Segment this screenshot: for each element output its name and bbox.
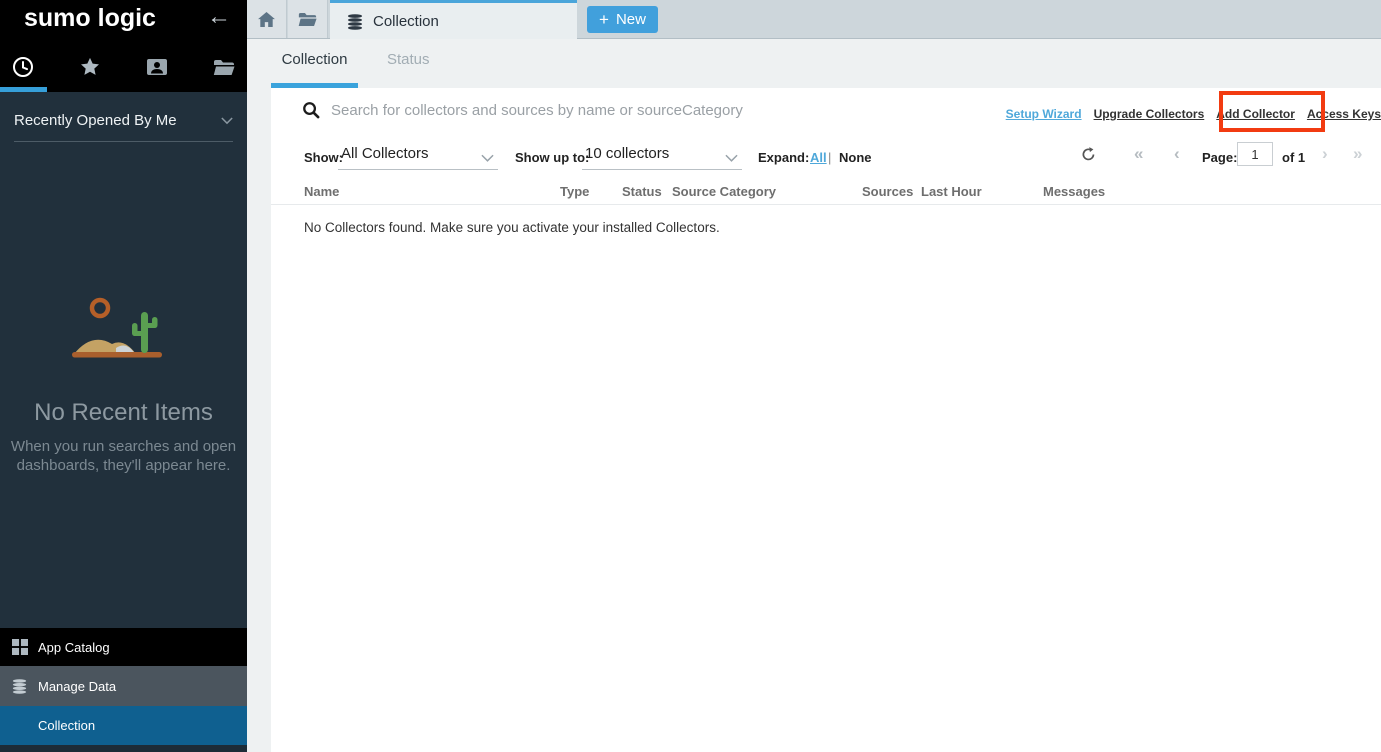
add-collector-link[interactable]: Add Collector <box>1216 107 1295 121</box>
column-header-messages[interactable]: Messages <box>1043 184 1105 199</box>
main-area: Collection + New Collection Status Setup… <box>247 0 1381 752</box>
recently-opened-selector[interactable]: Recently Opened By Me <box>14 92 233 142</box>
new-button[interactable]: + New <box>587 6 658 33</box>
tab-strip: Collection + New <box>247 0 1381 39</box>
upgrade-collectors-link[interactable]: Upgrade Collectors <box>1094 107 1205 121</box>
app-catalog-label: App Catalog <box>38 640 110 655</box>
action-links: Setup Wizard Upgrade Collectors Add Coll… <box>1006 107 1381 121</box>
sidebar-bottom-strip <box>0 745 247 752</box>
access-keys-link[interactable]: Access Keys <box>1307 107 1381 121</box>
home-tab-button[interactable] <box>247 0 287 38</box>
search-input[interactable] <box>331 96 931 124</box>
folders-icon[interactable] <box>212 59 236 76</box>
sidebar-item-manage-data[interactable]: Manage Data <box>0 666 247 706</box>
sumo-logic-logo: sumo logic <box>24 4 156 33</box>
tab-collection[interactable]: Collection <box>330 0 577 40</box>
pagination-first-button[interactable]: « <box>1134 142 1143 166</box>
pagination-prev-button[interactable]: ‹ <box>1174 142 1180 166</box>
sidebar: sumo logic ← Recently Opened By Me <box>0 0 247 752</box>
page-number-input[interactable] <box>1237 142 1273 166</box>
library-tab-button[interactable] <box>288 0 328 38</box>
app-grid-icon <box>12 639 29 655</box>
no-recent-items-description: When you run searches and open dashboard… <box>10 437 238 475</box>
expand-none-link[interactable]: None <box>839 150 872 165</box>
column-header-last-hour[interactable]: Last Hour <box>921 184 982 199</box>
show-filter-dropdown[interactable]: All Collectors <box>338 143 498 170</box>
plus-icon: + <box>599 10 609 30</box>
sub-tab-bar: Collection Status <box>247 39 1381 88</box>
table-header-row: Name Type Status Source Category Sources… <box>271 180 1381 205</box>
column-header-name[interactable]: Name <box>304 184 339 199</box>
chevron-down-icon <box>481 150 494 167</box>
subtab-status[interactable]: Status <box>387 51 430 68</box>
expand-separator: | <box>828 150 831 165</box>
recently-opened-label: Recently Opened By Me <box>14 112 177 129</box>
collapse-sidebar-icon[interactable]: ← <box>207 3 231 31</box>
show-up-to-value: 10 collectors <box>585 145 669 162</box>
desert-cactus-illustration <box>64 290 184 370</box>
show-filter-value: All Collectors <box>341 145 429 162</box>
show-up-to-label: Show up to: <box>515 150 589 165</box>
sidebar-item-app-catalog[interactable]: App Catalog <box>0 628 247 666</box>
refresh-icon[interactable] <box>1081 146 1096 167</box>
app-window: sumo logic ← Recently Opened By Me <box>0 0 1381 752</box>
collection-panel: Setup Wizard Upgrade Collectors Add Coll… <box>271 88 1381 752</box>
favorites-star-icon[interactable] <box>78 56 102 78</box>
page-of-label: of 1 <box>1282 150 1305 165</box>
sidebar-empty-state: No Recent Items When you run searches an… <box>0 290 247 475</box>
search-icon <box>302 101 320 124</box>
chevron-down-icon <box>725 150 738 167</box>
page-label: Page: <box>1202 150 1237 165</box>
recents-icon[interactable] <box>11 56 35 78</box>
manage-data-label: Manage Data <box>38 679 116 694</box>
library-icon[interactable] <box>145 58 169 76</box>
column-header-source-category[interactable]: Source Category <box>672 184 776 199</box>
pagination-last-button[interactable]: » <box>1353 142 1362 166</box>
tab-collection-label: Collection <box>373 13 439 30</box>
sidebar-bottom-menu: App Catalog Manage Data Collection <box>0 628 247 752</box>
folder-open-icon <box>298 12 317 27</box>
sidebar-nav-icons <box>0 53 247 81</box>
pagination-next-button[interactable]: › <box>1322 142 1328 166</box>
no-recent-items-title: No Recent Items <box>0 399 247 427</box>
sidebar-item-collection[interactable]: Collection <box>0 706 247 745</box>
column-header-sources[interactable]: Sources <box>862 184 913 199</box>
collection-label: Collection <box>38 718 95 733</box>
active-nav-indicator <box>0 87 47 92</box>
subtab-collection[interactable]: Collection <box>271 51 358 68</box>
home-icon <box>258 12 275 27</box>
expand-label: Expand: <box>758 150 809 165</box>
expand-all-link[interactable]: All <box>810 150 827 165</box>
column-header-type[interactable]: Type <box>560 184 589 199</box>
chevron-down-icon <box>221 117 233 125</box>
column-header-status[interactable]: Status <box>622 184 662 199</box>
database-icon <box>347 14 363 30</box>
setup-wizard-link[interactable]: Setup Wizard <box>1006 107 1082 121</box>
new-button-label: New <box>616 11 646 28</box>
show-up-to-dropdown[interactable]: 10 collectors <box>582 143 742 170</box>
empty-table-message: No Collectors found. Make sure you activ… <box>304 220 720 235</box>
sidebar-header: sumo logic ← <box>0 0 247 92</box>
database-icon <box>12 679 29 694</box>
